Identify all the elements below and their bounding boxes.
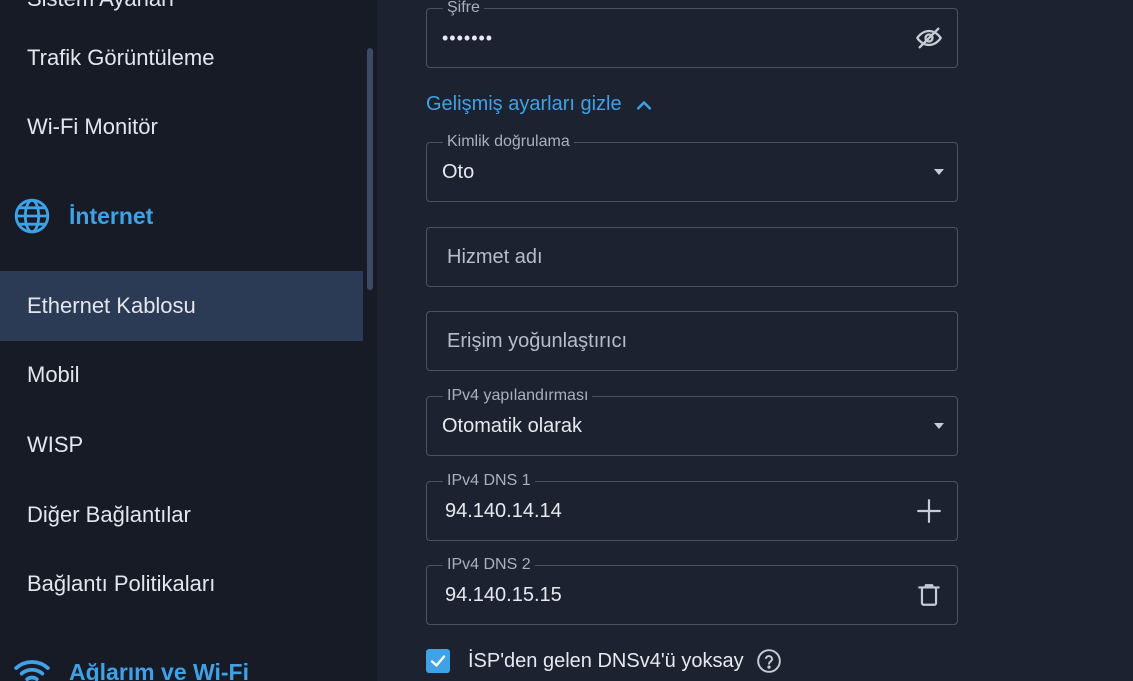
sidebar-scrollbar[interactable] <box>367 48 373 290</box>
sidebar-item-mobile[interactable]: Mobil <box>0 340 363 410</box>
sidebar-item-wisp[interactable]: WISP <box>0 410 363 480</box>
sidebar-section-networks-wifi[interactable]: Ağlarım ve Wi-Fi <box>13 652 249 681</box>
hide-advanced-settings-label: Gelişmiş ayarları gizle <box>426 93 622 115</box>
access-concentrator-input[interactable]: Erişim yoğunlaştırıcı <box>426 311 958 371</box>
sidebar-section-internet[interactable]: İnternet <box>13 196 153 236</box>
ignore-isp-dns-row: İSP'den gelen DNSv4'ü yoksay <box>426 648 782 674</box>
ipv4-dns1-input[interactable]: IPv4 DNS 1 94.140.14.14 <box>426 472 958 541</box>
chevron-up-icon <box>634 95 654 115</box>
sidebar-item-ethernet-cable[interactable]: Ethernet Kablosu <box>0 271 363 341</box>
sidebar: Sistem Ayarları Trafik Görüntüleme Wi-Fi… <box>0 0 377 681</box>
help-icon[interactable] <box>756 648 782 674</box>
eye-off-icon[interactable] <box>915 24 943 52</box>
wifi-icon <box>13 653 51 681</box>
authentication-select[interactable]: Kimlik doğrulama Oto <box>426 133 958 202</box>
sidebar-item-connection-policies[interactable]: Bağlantı Politikaları <box>0 549 363 619</box>
dropdown-arrow-icon <box>934 423 944 429</box>
globe-icon <box>13 197 51 235</box>
sidebar-section-label: Ağlarım ve Wi-Fi <box>69 658 249 681</box>
access-concentrator-placeholder: Erişim yoğunlaştırıcı <box>447 330 628 352</box>
sidebar-item-other-connections[interactable]: Diğer Bağlantılar <box>0 480 363 550</box>
password-field[interactable]: Şifre ••••••• <box>426 0 958 68</box>
service-name-placeholder: Hizmet adı <box>447 246 543 268</box>
main-content: Şifre ••••••• Gelişmiş ayarları gizle Ki… <box>377 0 1133 681</box>
hide-advanced-settings-link[interactable]: Gelişmiş ayarları gizle <box>426 93 654 116</box>
ignore-isp-dns-label: İSP'den gelen DNSv4'ü yoksay <box>468 649 744 672</box>
sidebar-item-partial[interactable]: Sistem Ayarları <box>27 0 175 12</box>
ignore-isp-dns-checkbox[interactable] <box>426 649 450 673</box>
password-value: ••••••• <box>442 28 494 48</box>
ipv4-dns1-value: 94.140.14.14 <box>445 500 562 522</box>
ipv4-configuration-value: Otomatik olarak <box>442 415 583 437</box>
trash-icon[interactable] <box>915 581 943 609</box>
ipv4-dns2-value: 94.140.15.15 <box>445 584 562 606</box>
ipv4-dns2-input[interactable]: IPv4 DNS 2 94.140.15.15 <box>426 556 958 625</box>
authentication-value: Oto <box>442 161 475 183</box>
plus-icon[interactable] <box>915 497 943 525</box>
sidebar-item-traffic-monitoring[interactable]: Trafik Görüntüleme <box>0 23 363 93</box>
ipv4-configuration-select[interactable]: IPv4 yapılandırması Otomatik olarak <box>426 387 958 456</box>
service-name-input[interactable]: Hizmet adı <box>426 227 958 287</box>
sidebar-section-label: İnternet <box>69 202 154 229</box>
sidebar-item-wifi-monitor[interactable]: Wi-Fi Monitör <box>0 92 363 162</box>
dropdown-arrow-icon <box>934 169 944 175</box>
